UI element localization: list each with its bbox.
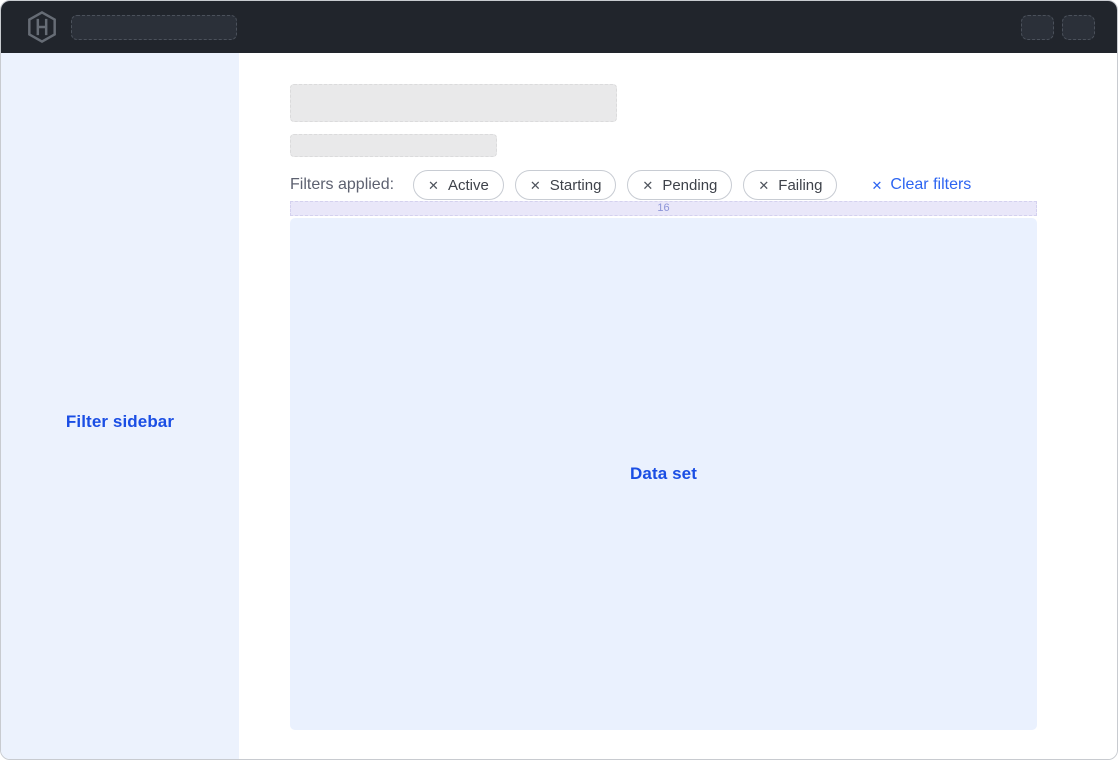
filter-chip-active[interactable]: ✕ Active	[413, 170, 504, 200]
filters-applied-bar: Filters applied: ✕ Active ✕ Starting ✕ P…	[290, 170, 1037, 200]
spacing-annotation: 16	[290, 201, 1037, 216]
filter-chip-label: Pending	[662, 177, 717, 194]
filter-chip-label: Starting	[550, 177, 602, 194]
data-set-label: Data set	[630, 464, 697, 484]
app-window: Filter sidebar Filters applied: ✕ Active…	[0, 0, 1118, 760]
main-content: Filters applied: ✕ Active ✕ Starting ✕ P…	[239, 53, 1117, 759]
clear-filters-link[interactable]: ✕ Clear filters	[871, 176, 971, 194]
chip-dismiss-icon[interactable]: ✕	[758, 179, 769, 192]
filters-applied-label: Filters applied:	[290, 176, 394, 194]
filter-chip-label: Active	[448, 177, 489, 194]
topbar-action-placeholder-1[interactable]	[1021, 15, 1054, 40]
filter-chip-list: ✕ Active ✕ Starting ✕ Pending ✕ Failing	[413, 170, 837, 200]
chip-dismiss-icon[interactable]: ✕	[428, 179, 439, 192]
filter-sidebar: Filter sidebar	[1, 53, 239, 759]
data-set-region: Data set	[290, 218, 1037, 730]
page-body: Filter sidebar Filters applied: ✕ Active…	[1, 53, 1117, 759]
spacing-annotation-value: 16	[657, 203, 669, 214]
top-nav-bar	[1, 1, 1117, 53]
filter-chip-starting[interactable]: ✕ Starting	[515, 170, 617, 200]
filter-chip-pending[interactable]: ✕ Pending	[627, 170, 732, 200]
clear-filters-label: Clear filters	[890, 176, 971, 194]
filter-chip-label: Failing	[778, 177, 822, 194]
subtitle-placeholder	[290, 134, 497, 157]
chip-dismiss-icon[interactable]: ✕	[530, 179, 541, 192]
clear-filters-x-icon: ✕	[871, 179, 882, 192]
title-placeholder	[290, 84, 617, 122]
topbar-action-placeholder-2[interactable]	[1062, 15, 1095, 40]
nav-menu-placeholder[interactable]	[71, 15, 237, 40]
chip-dismiss-icon[interactable]: ✕	[642, 179, 653, 192]
hashicorp-logo-icon[interactable]	[25, 10, 59, 44]
filter-chip-failing[interactable]: ✕ Failing	[743, 170, 837, 200]
filter-sidebar-label: Filter sidebar	[1, 412, 239, 432]
